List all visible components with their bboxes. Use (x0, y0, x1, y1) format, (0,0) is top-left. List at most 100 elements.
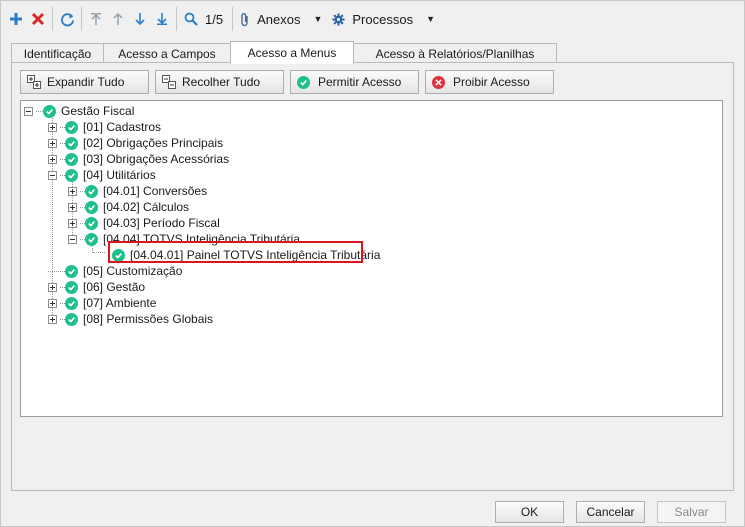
gear-icon (332, 12, 345, 26)
tree-node[interactable]: [04.03] Período Fiscal (68, 215, 220, 231)
check-circle-icon (65, 152, 78, 166)
expand-toggle-icon[interactable] (48, 154, 57, 164)
allow-access-button[interactable]: Permitir Acesso (290, 70, 419, 94)
expand-toggle-icon[interactable] (48, 122, 57, 132)
deny-access-label: Proibir Acesso (453, 75, 530, 89)
tab-acesso-menus[interactable]: Acesso a Menus (230, 41, 354, 64)
paperclip-icon (240, 12, 250, 27)
access-settings-window: 1/5 Anexos ▼ Processos ▼ Identificação A… (0, 0, 745, 527)
collapse-toggle-icon[interactable] (68, 234, 77, 244)
tab-acesso-relatorios[interactable]: Acesso à Relatórios/Planilhas (353, 43, 557, 64)
check-circle-icon (65, 120, 78, 134)
move-down-icon[interactable] (129, 6, 151, 32)
tree-node[interactable]: [08] Permissões Globais (48, 311, 213, 327)
expand-toggle-icon[interactable] (68, 218, 77, 228)
check-circle-icon (65, 264, 78, 278)
tree-node-label: [02] Obrigações Principais (83, 136, 224, 150)
toolbar-separator (81, 7, 82, 31)
check-circle-icon (65, 296, 78, 310)
tab-strip: Identificação Acesso a Campos Acesso a M… (11, 41, 557, 64)
expand-toggle-icon[interactable] (48, 282, 57, 292)
tree-node[interactable]: [07] Ambiente (48, 295, 156, 311)
tree-node-label: [04.03] Período Fiscal (103, 216, 220, 230)
ok-label: OK (520, 505, 539, 519)
move-last-icon[interactable] (151, 6, 173, 32)
chevron-down-icon: ▼ (313, 14, 323, 24)
tree-node-label: [03] Obrigações Acessórias (83, 152, 230, 166)
check-circle-icon (65, 280, 78, 294)
check-circle-icon (297, 75, 310, 89)
check-circle-icon (65, 168, 78, 182)
check-circle-icon (85, 200, 98, 214)
check-circle-icon (85, 184, 98, 198)
deny-access-button[interactable]: Proibir Acesso (425, 70, 554, 94)
tab-identificacao[interactable]: Identificação (11, 43, 104, 64)
check-circle-icon (65, 312, 78, 326)
expand-all-label: Expandir Tudo (47, 75, 125, 89)
tree-node-label: [04] Utilitários (83, 168, 156, 182)
tree-node[interactable]: [06] Gestão (48, 279, 145, 295)
menu-tree[interactable]: Gestão Fiscal [01] Cadastros [02] Obriga… (20, 100, 723, 417)
expand-tree-icon (27, 75, 41, 89)
toolbar-separator (232, 7, 234, 31)
tab-label: Acesso a Menus (247, 46, 337, 60)
expand-toggle-icon[interactable] (48, 138, 57, 148)
expand-toggle-icon[interactable] (48, 298, 57, 308)
tree-actions: Expandir Tudo Recolher Tudo Permitir Ace… (20, 70, 554, 94)
tab-label: Identificação (23, 47, 92, 61)
chevron-down-icon: ▼ (426, 14, 435, 24)
delete-icon[interactable] (27, 6, 49, 32)
tree-node[interactable]: [04.02] Cálculos (68, 199, 189, 215)
refresh-icon[interactable] (56, 6, 78, 32)
allow-access-label: Permitir Acesso (318, 75, 402, 89)
tree-node-label: [04.01] Conversões (103, 184, 208, 198)
expand-toggle-icon[interactable] (68, 202, 77, 212)
check-circle-icon (85, 232, 98, 246)
toolbar: 1/5 Anexos ▼ Processos ▼ (1, 1, 744, 37)
tree-node[interactable]: [04] Utilitários (48, 167, 156, 183)
ok-button[interactable]: OK (495, 501, 564, 523)
collapse-toggle-icon[interactable] (48, 170, 57, 180)
add-icon[interactable] (5, 6, 27, 32)
check-circle-icon (85, 216, 98, 230)
tree-node-label: [01] Cadastros (83, 120, 162, 134)
check-circle-icon (65, 136, 78, 150)
tab-acesso-campos[interactable]: Acesso a Campos (103, 43, 231, 64)
collapse-all-label: Recolher Tudo (182, 75, 261, 89)
deny-circle-icon (432, 75, 445, 89)
tree-node[interactable]: [02] Obrigações Principais (48, 135, 223, 151)
toolbar-separator (52, 7, 53, 31)
tree-node[interactable]: [03] Obrigações Acessórias (48, 151, 229, 167)
save-button[interactable]: Salvar (657, 501, 726, 523)
processes-label: Processos (352, 11, 414, 27)
attachments-label: Anexos (257, 11, 301, 27)
attachments-menu[interactable]: Anexos ▼ (236, 6, 326, 32)
collapse-toggle-icon[interactable] (24, 106, 33, 116)
tree-node-root[interactable]: Gestão Fiscal (24, 103, 134, 119)
expand-toggle-icon[interactable] (48, 314, 57, 324)
tree-guide-line (36, 110, 43, 112)
tab-label: Acesso à Relatórios/Planilhas (375, 47, 535, 61)
tree-node[interactable]: [05] Customização (48, 263, 182, 279)
tree-guide-line (93, 252, 105, 253)
tree-node-label: [04.02] Cálculos (103, 200, 190, 214)
tree-node-label: [06] Gestão (83, 280, 146, 294)
page-indicator: 1/5 (205, 11, 224, 27)
search-icon[interactable] (180, 6, 202, 32)
tree-node[interactable]: [04.01] Conversões (68, 183, 207, 199)
tree-node[interactable]: [01] Cadastros (48, 119, 161, 135)
collapse-all-button[interactable]: Recolher Tudo (155, 70, 284, 94)
processes-menu[interactable]: Processos ▼ (328, 6, 439, 32)
move-up-icon[interactable] (107, 6, 129, 32)
move-first-icon[interactable] (85, 6, 107, 32)
save-label: Salvar (674, 505, 709, 519)
tree-node-label: Gestão Fiscal (61, 104, 135, 118)
highlight-box (108, 241, 363, 263)
tree-node-label: [07] Ambiente (83, 296, 157, 310)
tab-label: Acesso a Campos (118, 47, 216, 61)
cancel-button[interactable]: Cancelar (576, 501, 645, 523)
expand-all-button[interactable]: Expandir Tudo (20, 70, 149, 94)
toolbar-separator (176, 7, 177, 31)
expand-toggle-icon[interactable] (68, 186, 77, 196)
collapse-tree-icon (162, 75, 176, 89)
